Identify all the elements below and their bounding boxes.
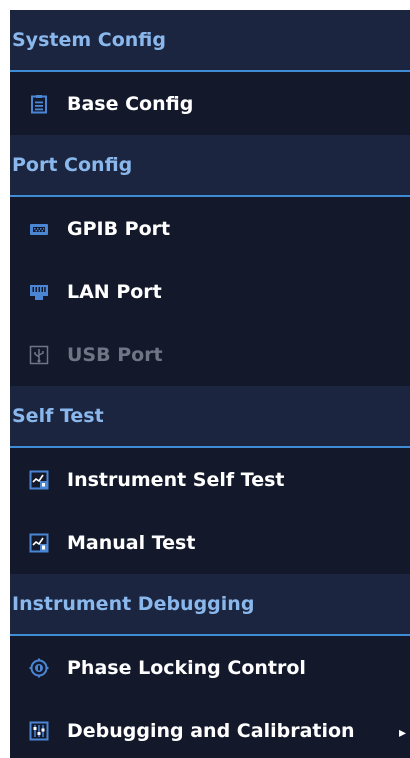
nav-item-instrument-self-test[interactable]: Instrument Self Test (10, 448, 410, 511)
section-title: Self Test (12, 405, 104, 427)
nav-item-label: GPIB Port (67, 217, 171, 240)
nav-item-base-config[interactable]: Base Config (10, 72, 410, 135)
nav-item-gpib-port[interactable]: GPIB Port (10, 197, 410, 260)
section-title: System Config (12, 29, 166, 51)
section-header-system-config[interactable]: System Config (10, 10, 410, 72)
nav-item-manual-test[interactable]: Manual Test (10, 511, 410, 574)
nav-item-label: LAN Port (67, 280, 162, 303)
phase-lock-icon (29, 658, 49, 678)
section-title: Port Config (12, 154, 133, 176)
nav-item-phase-locking-control[interactable]: Phase Locking Control (10, 636, 410, 699)
nav-item-label: Phase Locking Control (67, 656, 306, 679)
nav-item-lan-port[interactable]: LAN Port (10, 260, 410, 323)
calibration-sliders-icon (29, 721, 49, 741)
self-test-chart-icon (29, 470, 49, 490)
nav-item-label: Base Config (67, 92, 194, 115)
nav-item-usb-port[interactable]: USB Port (10, 323, 410, 386)
section-header-port-config[interactable]: Port Config (10, 135, 410, 197)
config-nav-panel: System Config Base Config Port Config GP… (10, 10, 410, 758)
nav-item-label: Manual Test (67, 531, 196, 554)
lan-port-icon (29, 282, 49, 302)
gpib-connector-icon (29, 219, 49, 239)
section-header-instrument-debugging[interactable]: Instrument Debugging (10, 574, 410, 636)
manual-test-chart-icon (29, 533, 49, 553)
clipboard-icon (29, 94, 49, 114)
chevron-right-icon[interactable]: ▸ (399, 726, 406, 740)
nav-item-label: Instrument Self Test (67, 468, 285, 491)
usb-icon (29, 345, 49, 365)
nav-item-label: Debugging and Calibration (67, 719, 355, 742)
section-header-self-test[interactable]: Self Test (10, 386, 410, 448)
nav-item-debugging-and-calibration[interactable]: Debugging and Calibration (10, 699, 410, 758)
section-title: Instrument Debugging (12, 593, 255, 615)
nav-item-label: USB Port (67, 343, 163, 366)
